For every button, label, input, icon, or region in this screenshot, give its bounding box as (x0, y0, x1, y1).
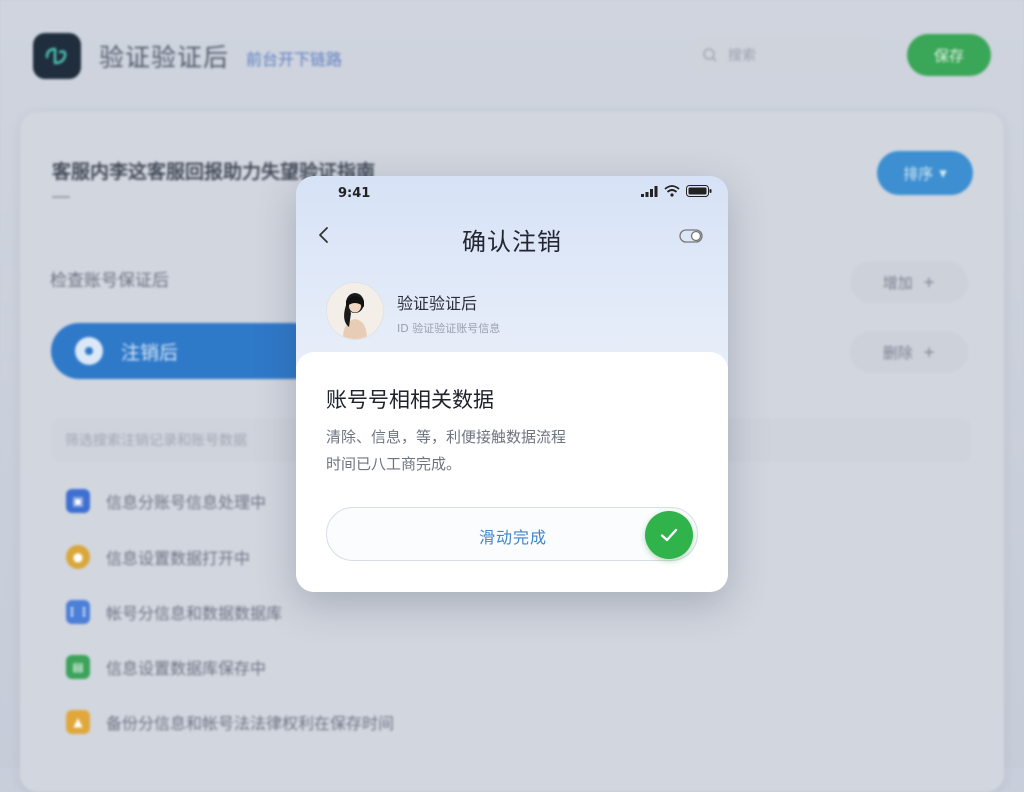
slider-knob[interactable] (645, 511, 693, 559)
status-bar: 9:41 (296, 176, 728, 210)
list-item-label: 信息设置数据库保存中 (106, 659, 267, 678)
sort-dropdown-label: 排序 (903, 164, 934, 183)
list-item[interactable]: ▤ 信息设置数据库保存中 (66, 653, 266, 681)
list-item-label: 信息设置数据打开中 (106, 549, 251, 568)
modal-title: 确认注销 (462, 228, 562, 256)
section-divider (52, 196, 70, 198)
profile-section: 验证验证后 ID 验证验证账号信息 (326, 282, 706, 342)
person-icon: ▲ (66, 710, 90, 734)
signal-icon (641, 185, 658, 197)
info-sheet: 账号号相相关数据 清除、信息，等，利便接触数据流程 时间已八工商完成。 滑动完成 (296, 352, 728, 592)
list-item[interactable]: ⋮⋮ 帐号分信息和数据数据库 (66, 598, 282, 626)
chat-icon: ▤ (66, 655, 90, 679)
top-save-button[interactable]: 保存 (907, 34, 991, 76)
plus-icon: + (922, 273, 936, 291)
plus-icon: + (922, 343, 936, 361)
nav-bar: 确认注销 (296, 216, 728, 256)
profile-subtitle: ID 验证验证账号信息 (397, 322, 501, 335)
sheet-description-line: 时间已八工商完成。 (326, 455, 462, 473)
status-icons (641, 185, 712, 197)
toggle-icon[interactable] (676, 224, 706, 246)
sheet-description-line: 清除、信息，等，利便接触数据流程 (326, 428, 567, 446)
avatar (326, 282, 384, 340)
gear-icon (75, 337, 103, 365)
status-time: 9:41 (338, 186, 371, 201)
app-logo (33, 33, 81, 79)
grid-icon: ⋮⋮ (66, 600, 90, 624)
list-item-label: 帐号分信息和数据数据库 (106, 604, 283, 623)
list-item[interactable]: ▲ 备份分信息和帐号法法律权利在保存时间 (66, 708, 394, 736)
app-subtitle-link[interactable]: 前台开下链路 (246, 46, 342, 70)
app-title: 验证验证后 (99, 43, 230, 72)
user-portrait-icon (327, 283, 383, 339)
top-search-input[interactable]: 搜索 (690, 36, 886, 74)
confirm-slider-label: 滑动完成 (478, 528, 547, 547)
delete-chip-label: 删除 (882, 343, 913, 362)
calendar-icon: ▣ (66, 489, 90, 513)
coin-icon: ● (66, 545, 90, 569)
filter-placeholder: 筛选搜索注销记录和账号数据 (65, 433, 247, 449)
list-item-label: 信息分账号信息处理中 (106, 493, 267, 512)
sheet-title: 账号号相相关数据 (326, 388, 494, 412)
add-chip-label: 增加 (882, 273, 913, 292)
profile-name: 验证验证后 (397, 294, 478, 313)
list-item[interactable]: ▣ 信息分账号信息处理中 (66, 487, 266, 515)
caret-down-icon: ▾ (939, 164, 947, 182)
delete-chip[interactable]: 删除 + (850, 331, 968, 373)
checkmark-icon (660, 528, 678, 542)
wifi-icon (664, 185, 680, 197)
sheet-description: 清除、信息，等，利便接触数据流程 时间已八工商完成。 (326, 424, 706, 478)
logo-icon (45, 47, 67, 65)
search-placeholder: 搜索 (728, 48, 756, 64)
deregister-button[interactable]: 注销后 (51, 323, 321, 379)
sort-dropdown[interactable]: 排序 ▾ (877, 151, 973, 195)
sub-heading: 检查账号保证后 (50, 271, 169, 291)
deregister-button-label: 注销后 (121, 341, 179, 364)
add-chip[interactable]: 增加 + (850, 261, 968, 303)
confirm-slider[interactable]: 滑动完成 (326, 507, 698, 561)
battery-icon (686, 185, 712, 197)
search-icon (703, 48, 717, 62)
list-item[interactable]: ● 信息设置数据打开中 (66, 543, 250, 571)
list-item-label: 备份分信息和帐号法法律权利在保存时间 (106, 714, 395, 733)
confirm-deregister-modal: 9:41 确认注销 验证验证后 ID 验证验证账号信息 账号号相相关数据 清除、… (296, 176, 728, 592)
